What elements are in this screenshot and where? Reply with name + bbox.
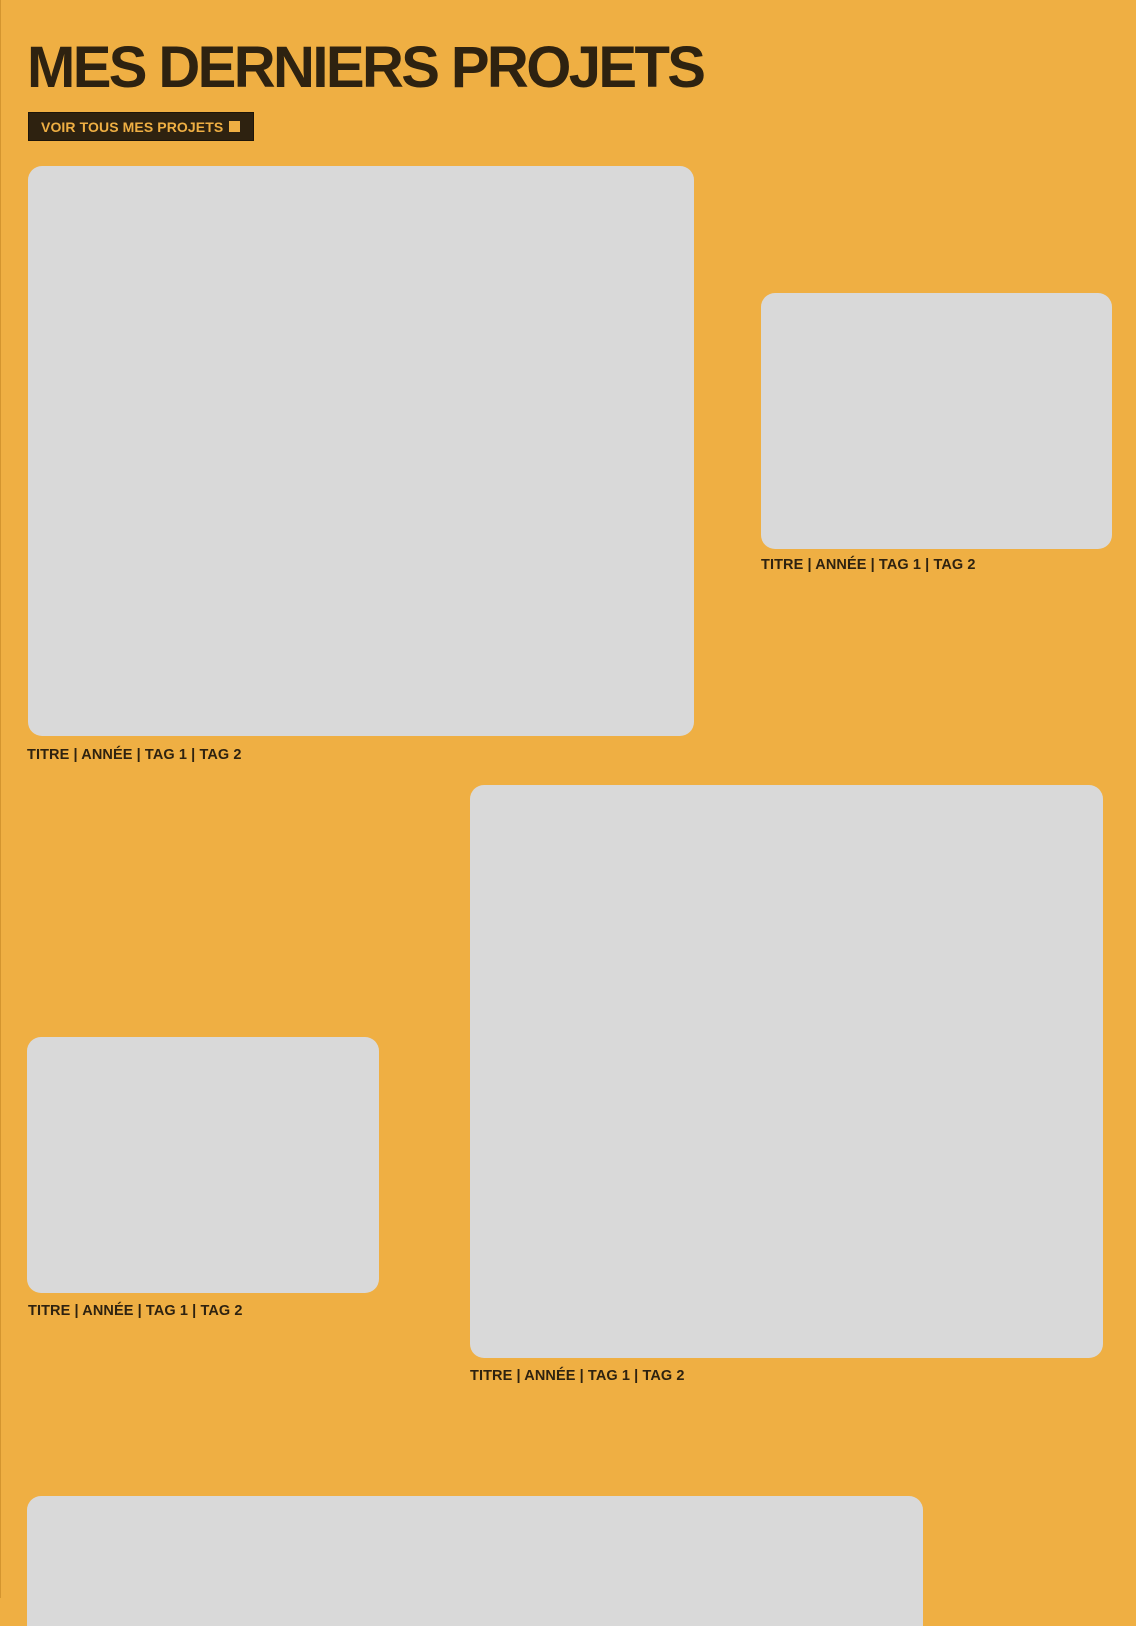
view-all-projects-button[interactable]: VOIR TOUS MES PROJETS bbox=[28, 112, 254, 141]
page-title: MES DERNIERS PROJETS bbox=[27, 35, 706, 100]
project-4-image[interactable] bbox=[27, 1037, 379, 1293]
square-icon bbox=[229, 121, 240, 132]
project-4-caption: TITRE | ANNÉE | TAG 1 | TAG 2 bbox=[28, 1303, 243, 1319]
project-1-image[interactable] bbox=[28, 166, 694, 736]
project-3-image[interactable] bbox=[470, 785, 1103, 1358]
project-2-caption: TITRE | ANNÉE | TAG 1 | TAG 2 bbox=[761, 557, 976, 573]
project-3-caption: TITRE | ANNÉE | TAG 1 | TAG 2 bbox=[470, 1368, 685, 1384]
project-2-image[interactable] bbox=[761, 293, 1112, 549]
project-1-caption: TITRE | ANNÉE | TAG 1 | TAG 2 bbox=[27, 747, 242, 763]
project-5-image[interactable] bbox=[27, 1496, 923, 1626]
view-all-projects-label: VOIR TOUS MES PROJETS bbox=[41, 118, 224, 135]
page-edge-divider bbox=[0, 0, 1, 1598]
